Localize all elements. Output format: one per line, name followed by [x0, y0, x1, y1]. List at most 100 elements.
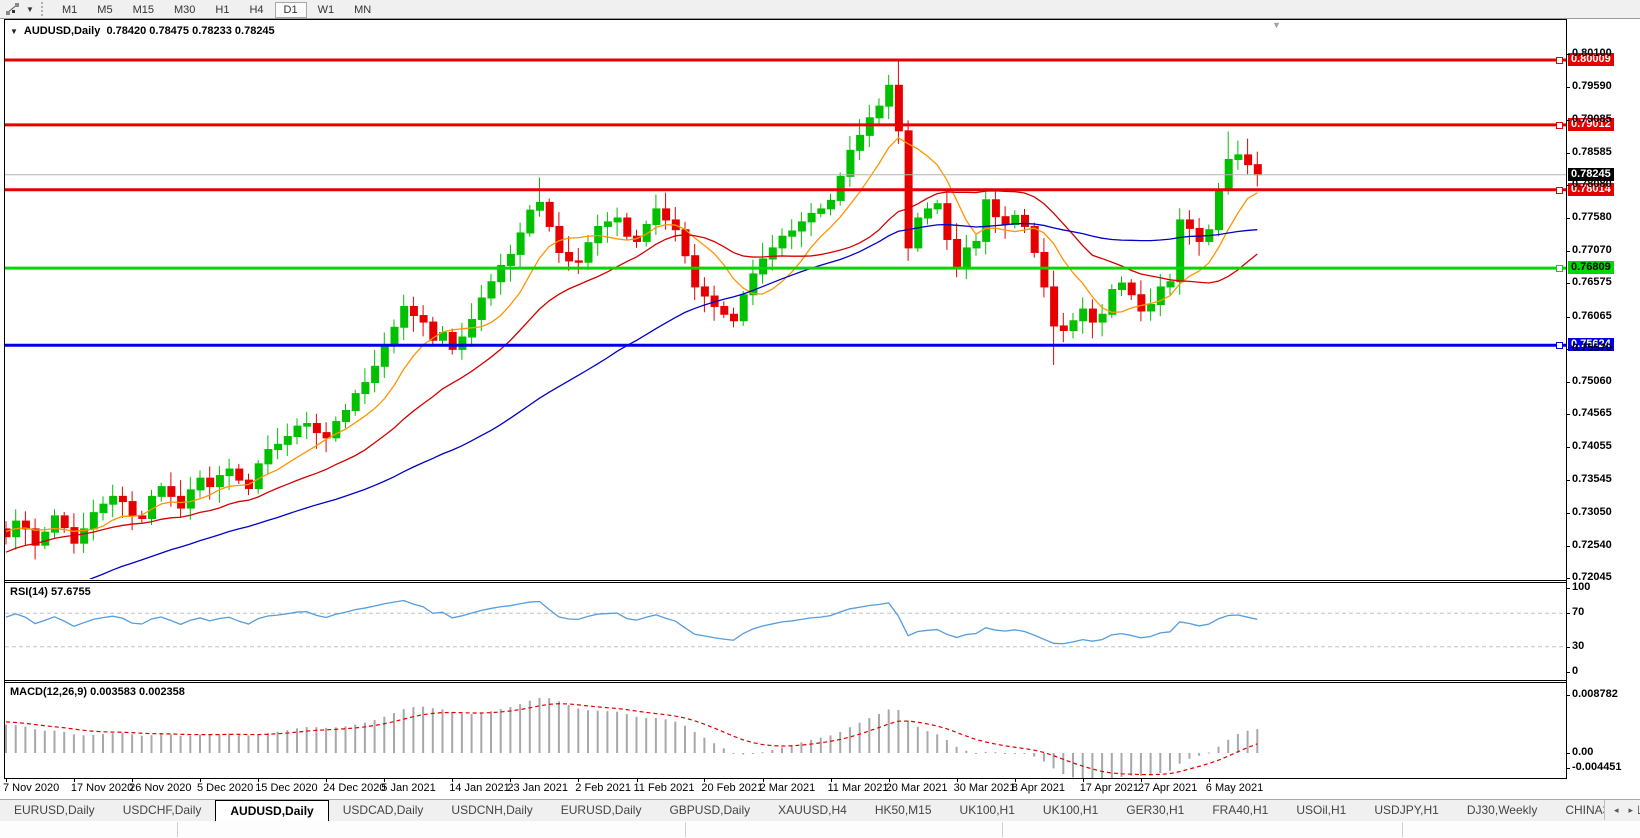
- price-axis-label: 0.76575: [1572, 276, 1612, 289]
- time-axis-label: 23 Jan 2021: [507, 782, 568, 794]
- ohlc-quote: 0.78420 0.78475 0.78233 0.78245: [106, 25, 275, 37]
- chart-tab-ger30-h1[interactable]: GER30,H1: [1112, 800, 1198, 821]
- time-axis-label: 5 Dec 2020: [197, 782, 254, 794]
- time-axis-label: 15 Dec 2020: [255, 782, 318, 794]
- price-axis-label: 0.77580: [1572, 210, 1612, 223]
- price-axis-tick: [1566, 381, 1570, 383]
- rsi-line: [5, 599, 1258, 645]
- time-axis-label: 24 Dec 2020: [323, 782, 386, 794]
- chart-tab-usdcnh-daily[interactable]: USDCNH,Daily: [437, 800, 546, 821]
- price-axis-tick: [1566, 414, 1570, 416]
- line-anchor-knot: [1556, 57, 1563, 64]
- rsi-axis-label: 70: [1572, 606, 1585, 619]
- macd-axis-label: -0.004451: [1572, 761, 1622, 773]
- macd-axis-label: 0.008782: [1572, 688, 1618, 700]
- time-axis-label: 7 Nov 2020: [3, 782, 60, 794]
- price-axis-label: 0.75060: [1572, 374, 1612, 387]
- macd-signal-line: [5, 703, 1258, 776]
- price-axis-label: 0.77070: [1572, 244, 1612, 257]
- price-axis-tick: [1566, 87, 1570, 89]
- chart-tab-bar: EURUSD,Daily USDCHF,Daily AUDUSD,Daily USDC…: [0, 799, 1640, 822]
- time-axis-label: 17 Apr 2021: [1079, 782, 1140, 794]
- price-axis-tick: [1566, 54, 1570, 56]
- rsi-value: 57.6755: [50, 586, 91, 598]
- chart-tab-usdjpy-h1[interactable]: USDJPY,H1: [1360, 800, 1452, 821]
- chart-tab-xauusd-h4[interactable]: XAUUSD,H4: [764, 800, 861, 821]
- chart-tab-eurusd-daily[interactable]: EURUSD,Daily: [547, 800, 656, 821]
- chart-shift-marker[interactable]: ▼: [1272, 20, 1281, 30]
- line-anchor-knot: [1556, 265, 1563, 273]
- chart-tab-usdchf-daily[interactable]: USDCHF,Daily: [109, 800, 216, 821]
- price-axis-tick: [1566, 348, 1570, 350]
- line-anchor-knot: [1556, 121, 1563, 129]
- status-bar-separator: [177, 822, 178, 837]
- chart-title: ▼ AUDUSD,Daily 0.78420 0.78475 0.78233 0.…: [10, 25, 275, 37]
- price-axis-label: 0.79590: [1572, 80, 1612, 93]
- chart-tab-audusd-daily[interactable]: AUDUSD,Daily: [215, 800, 329, 821]
- time-axis-label: 6 May 2021: [1205, 782, 1264, 794]
- price-axis-label: 0.73545: [1572, 473, 1612, 486]
- chart-tab-fra40-h1[interactable]: FRA40,H1: [1198, 800, 1282, 821]
- line-anchor-knot: [1556, 186, 1563, 194]
- chart-tab-usoil-h1[interactable]: USOil,H1: [1282, 800, 1360, 821]
- chart-tab-dj30-weekly[interactable]: DJ30,Weekly: [1453, 800, 1551, 821]
- price-axis-tick: [1566, 578, 1570, 579]
- price-axis-tick: [1566, 283, 1570, 285]
- time-axis-label: 11 Feb 2021: [633, 782, 695, 794]
- price-axis-label: 0.79085: [1572, 113, 1612, 126]
- price-axis-label: 0.73050: [1572, 505, 1612, 518]
- price-axis-tick: [1566, 251, 1570, 253]
- rsi-axis-tick: [1566, 672, 1570, 673]
- price-axis-label: 0.72540: [1572, 538, 1612, 551]
- chart-title-dropdown-icon[interactable]: ▼: [10, 27, 18, 36]
- time-axis-label: 17 Nov 2020: [70, 782, 134, 794]
- price-axis-label: 0.78585: [1572, 145, 1612, 158]
- rsi-axis-label: 0: [1572, 665, 1579, 677]
- price-axis-tick: [1566, 480, 1570, 482]
- candles: [5, 59, 1262, 560]
- status-bar-separator: [685, 822, 686, 837]
- price-axis-label: 0.78080: [1572, 178, 1612, 191]
- tab-scroll-left-icon[interactable]: ◂: [1609, 805, 1624, 816]
- time-axis-label: 26 Nov 2020: [129, 782, 192, 794]
- rsi-axis-tick: [1566, 646, 1570, 648]
- price-axis-tick: [1566, 120, 1570, 122]
- tab-scroll-arrows: ◂ ▸: [1603, 800, 1638, 820]
- price-axis-label: 0.74055: [1572, 440, 1612, 453]
- price-axis-tick: [1566, 512, 1570, 514]
- tab-scroll-right-icon[interactable]: ▸: [1623, 805, 1638, 816]
- chart-tab-uk100-h1[interactable]: UK100,H1: [946, 800, 1029, 821]
- time-axis-label: 5 Jan 2021: [381, 782, 436, 794]
- macd-axis-tick: [1566, 753, 1570, 754]
- price-axis-label: 0.75570: [1572, 341, 1612, 354]
- time-axis-label: 20 Feb 2021: [701, 782, 764, 794]
- chart-tab-eurusd-daily[interactable]: EURUSD,Daily: [0, 800, 109, 821]
- price-axis-tick: [1566, 545, 1570, 547]
- status-bar-separator: [1002, 822, 1003, 837]
- price-axis-label: 0.76065: [1572, 309, 1612, 322]
- status-bar: [0, 821, 1640, 838]
- level-price-tag: 0.76809: [1568, 261, 1614, 275]
- price-axis-tick: [1566, 185, 1570, 187]
- time-axis-label: 2 Mar 2021: [759, 782, 816, 794]
- chart-tab-hk50-m15[interactable]: HK50,M15: [861, 800, 946, 821]
- rsi-label: RSI(14) 57.6755: [10, 586, 91, 598]
- line-anchor-knot: [1556, 342, 1563, 350]
- price-axis-tick: [1566, 316, 1570, 318]
- time-axis-label: 2 Feb 2021: [575, 782, 631, 794]
- macd-values: 0.003583 0.002358: [90, 686, 185, 698]
- rsi-axis-tick: [1566, 613, 1570, 615]
- price-chart-canvas[interactable]: [0, 0, 1640, 838]
- macd-axis-label: 0.00: [1572, 746, 1594, 758]
- ma-slow: [88, 222, 1258, 579]
- chart-tab-uk100-h1[interactable]: UK100,H1: [1029, 800, 1112, 821]
- macd-axis-tick: [1566, 695, 1570, 696]
- time-axis-label: 20 Mar 2021: [885, 782, 948, 794]
- chart-tab-usdcad-daily[interactable]: USDCAD,Daily: [329, 800, 438, 821]
- status-bar-separator: [1402, 822, 1403, 837]
- price-axis-tick: [1566, 217, 1570, 219]
- chart-tab-gbpusd-daily[interactable]: GBPUSD,Daily: [655, 800, 764, 821]
- time-axis-label: 8 Apr 2021: [1011, 782, 1066, 794]
- symbol-period-label: AUDUSD,Daily: [23, 25, 101, 37]
- ma-fast: [5, 137, 1258, 533]
